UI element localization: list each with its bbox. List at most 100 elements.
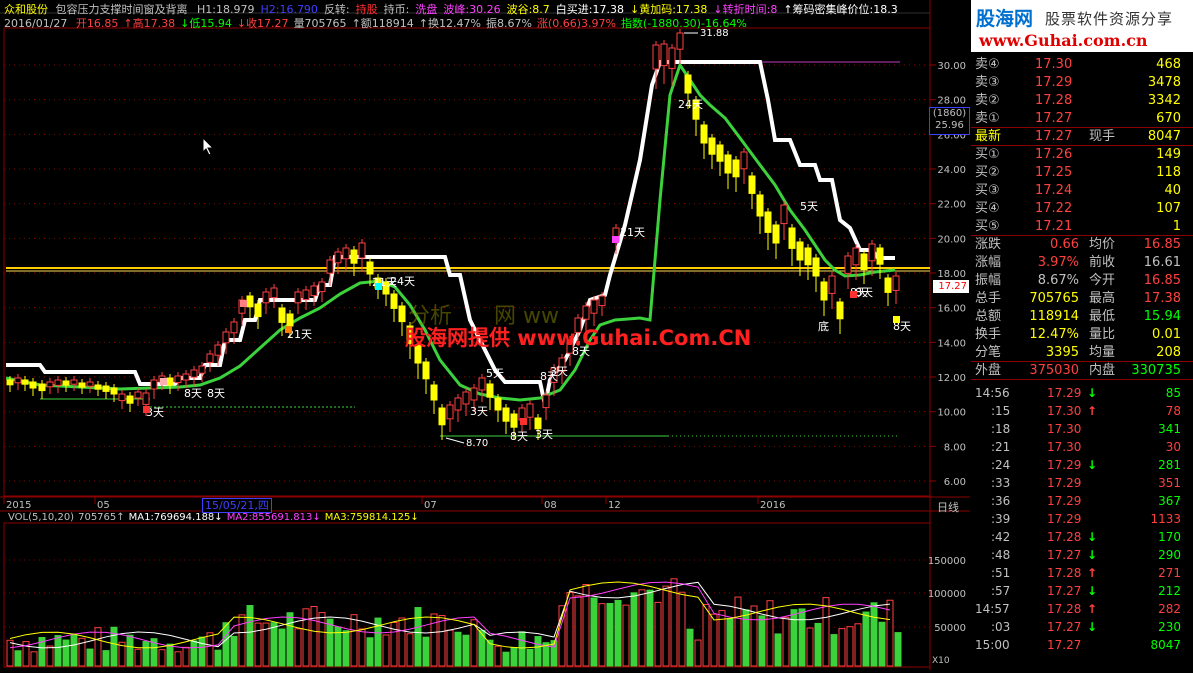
- volume-bar: [398, 617, 406, 667]
- volume-bar: [502, 651, 510, 667]
- volume-bar: [446, 629, 454, 667]
- tick-row: :24 17.29 ↓ 281: [971, 456, 1193, 474]
- quote-panel: 股海网 股票软件资源分享 www.Guhai.com.cn 卖④ 17.30 4…: [971, 0, 1193, 670]
- volume-bar: [14, 650, 22, 667]
- ask-label: 卖②: [975, 93, 1000, 108]
- tick-direction-icon: ↓: [1087, 548, 1098, 562]
- bid-row[interactable]: 买④ 17.22 107: [971, 200, 1193, 218]
- candle-body: [190, 369, 198, 378]
- candle-body: [86, 381, 94, 387]
- volume-bar: [182, 646, 190, 667]
- tick-volume: 341: [1158, 422, 1181, 436]
- tick-row: :51 17.28 ↑ 271: [971, 564, 1193, 582]
- ask-row[interactable]: 卖① 17.27 670: [971, 110, 1193, 128]
- price-tick-label: 18.00: [937, 269, 966, 280]
- bid-row[interactable]: 买③ 17.24 40: [971, 182, 1193, 200]
- bid-row[interactable]: 买② 17.25 118: [971, 164, 1193, 182]
- candle-body: [222, 331, 230, 344]
- price-box-bottom: 25.96: [935, 120, 964, 131]
- inner-label: 内盘: [1089, 363, 1116, 378]
- candle-body: [812, 257, 820, 277]
- candle-body: [748, 175, 756, 194]
- candle-body: [342, 247, 350, 260]
- tick-time: :57: [991, 584, 1011, 598]
- ohlc-value-4: 量705765: [293, 17, 347, 30]
- volume-bar: [230, 635, 238, 667]
- volume-bar: [590, 597, 598, 667]
- tick-list[interactable]: 14:56 17.29 ↓ 85:15 17.30 ↑ 78:18 17.30 …: [971, 382, 1193, 670]
- volume-bar: [46, 645, 54, 667]
- candle-body: [764, 211, 772, 233]
- volume-bar: [526, 648, 534, 667]
- tick-price: 17.29: [1047, 512, 1082, 526]
- price-tick-label: 6.00: [944, 477, 966, 488]
- volume-bar: [366, 637, 374, 667]
- stat-value: 15.94: [1143, 309, 1181, 324]
- period-label[interactable]: 日线: [937, 499, 959, 515]
- bid-row[interactable]: 买① 17.26 149: [971, 146, 1193, 164]
- kline-chart-area[interactable]: 30.00 28.00 26.00 24.00 22.00 20.00 18.00 16.00…: [0, 0, 970, 670]
- volume-bar: [142, 641, 150, 667]
- tick-time: 14:57: [975, 602, 1010, 616]
- volume-bar: [206, 632, 214, 667]
- latest-label: 最新: [975, 129, 1002, 144]
- volume-bar: [774, 633, 782, 667]
- ask-row[interactable]: 卖③ 17.29 3478: [971, 74, 1193, 92]
- price-tick-label: 10.00: [937, 408, 966, 419]
- volume-bar: [726, 617, 734, 667]
- book-price: 17.29: [1035, 75, 1073, 90]
- signal-marker: [240, 300, 247, 307]
- time-axis-label: 05: [97, 500, 110, 511]
- time-axis-label: 2015: [6, 500, 31, 511]
- stat-value: 8.67%: [1037, 273, 1079, 288]
- candle-body: [844, 255, 852, 274]
- tick-row: 14:57 17.28 ↑ 282: [971, 600, 1193, 618]
- volume-bar: [878, 621, 886, 667]
- ohlc-value-6: ↑换12.47%: [418, 17, 481, 30]
- tick-time: :18: [991, 422, 1011, 436]
- brand-logo: 股海网: [976, 8, 1034, 30]
- volume-bar: [854, 623, 862, 667]
- book-volume: 107: [1156, 201, 1181, 216]
- volume-bar: [686, 628, 694, 667]
- volume-bar: [94, 627, 102, 667]
- ohlc-value-0: 开16.85: [75, 17, 119, 30]
- volume-bar: [54, 635, 62, 667]
- candle-body: [660, 43, 668, 67]
- volume-bar: [190, 640, 198, 667]
- stat-label: 最低: [1089, 309, 1116, 324]
- time-axis-label: 08: [544, 500, 557, 511]
- book-volume: 468: [1156, 57, 1181, 72]
- brand-slogan: 股票软件资源分享: [1045, 10, 1174, 28]
- time-axis-label: 2016: [760, 500, 785, 511]
- bid-row[interactable]: 买⑤ 17.21 1: [971, 218, 1193, 236]
- stat-label: 涨幅: [975, 255, 1002, 270]
- ask-row[interactable]: 卖④ 17.30 468: [971, 56, 1193, 74]
- candle-body: [14, 377, 22, 384]
- volume-bar: [870, 602, 878, 667]
- tick-volume: 281: [1158, 458, 1181, 472]
- order-book: 卖④ 17.30 468 卖③ 17.29 3478 卖② 17.28 3342 卖①…: [971, 55, 1193, 387]
- tick-volume: 271: [1158, 566, 1181, 580]
- stat-value: 3.97%: [1037, 255, 1079, 270]
- book-separator: [971, 379, 1193, 380]
- tick-row: :18 17.30 341: [971, 420, 1193, 438]
- volume-bar: [662, 585, 670, 667]
- flow-row: 外盘 375030 内盘 330735: [971, 362, 1193, 380]
- volume-bar: [742, 609, 750, 667]
- volume-bar: [766, 600, 774, 667]
- tick-price: 17.29: [1047, 494, 1082, 508]
- volume-bar: [782, 616, 790, 667]
- price-axis-box: (1860) 25.96: [929, 107, 970, 135]
- volume-bar: [222, 622, 230, 667]
- stat-label: 最高: [1089, 291, 1116, 306]
- ohlc-value-7: 振8.67%: [485, 17, 532, 30]
- stat-row: 总额 118914 最低 15.94: [971, 308, 1193, 326]
- volume-bar: [790, 609, 798, 667]
- ask-row[interactable]: 卖② 17.28 3342: [971, 92, 1193, 110]
- day-count-label: 5天: [486, 367, 504, 380]
- stat-row: 涨幅 3.97% 前收 16.61: [971, 254, 1193, 272]
- stat-row: 换手 12.47% 量比 0.01: [971, 326, 1193, 344]
- outer-volume: 375030: [1029, 363, 1079, 378]
- last-volume-label: 现手: [1089, 129, 1116, 144]
